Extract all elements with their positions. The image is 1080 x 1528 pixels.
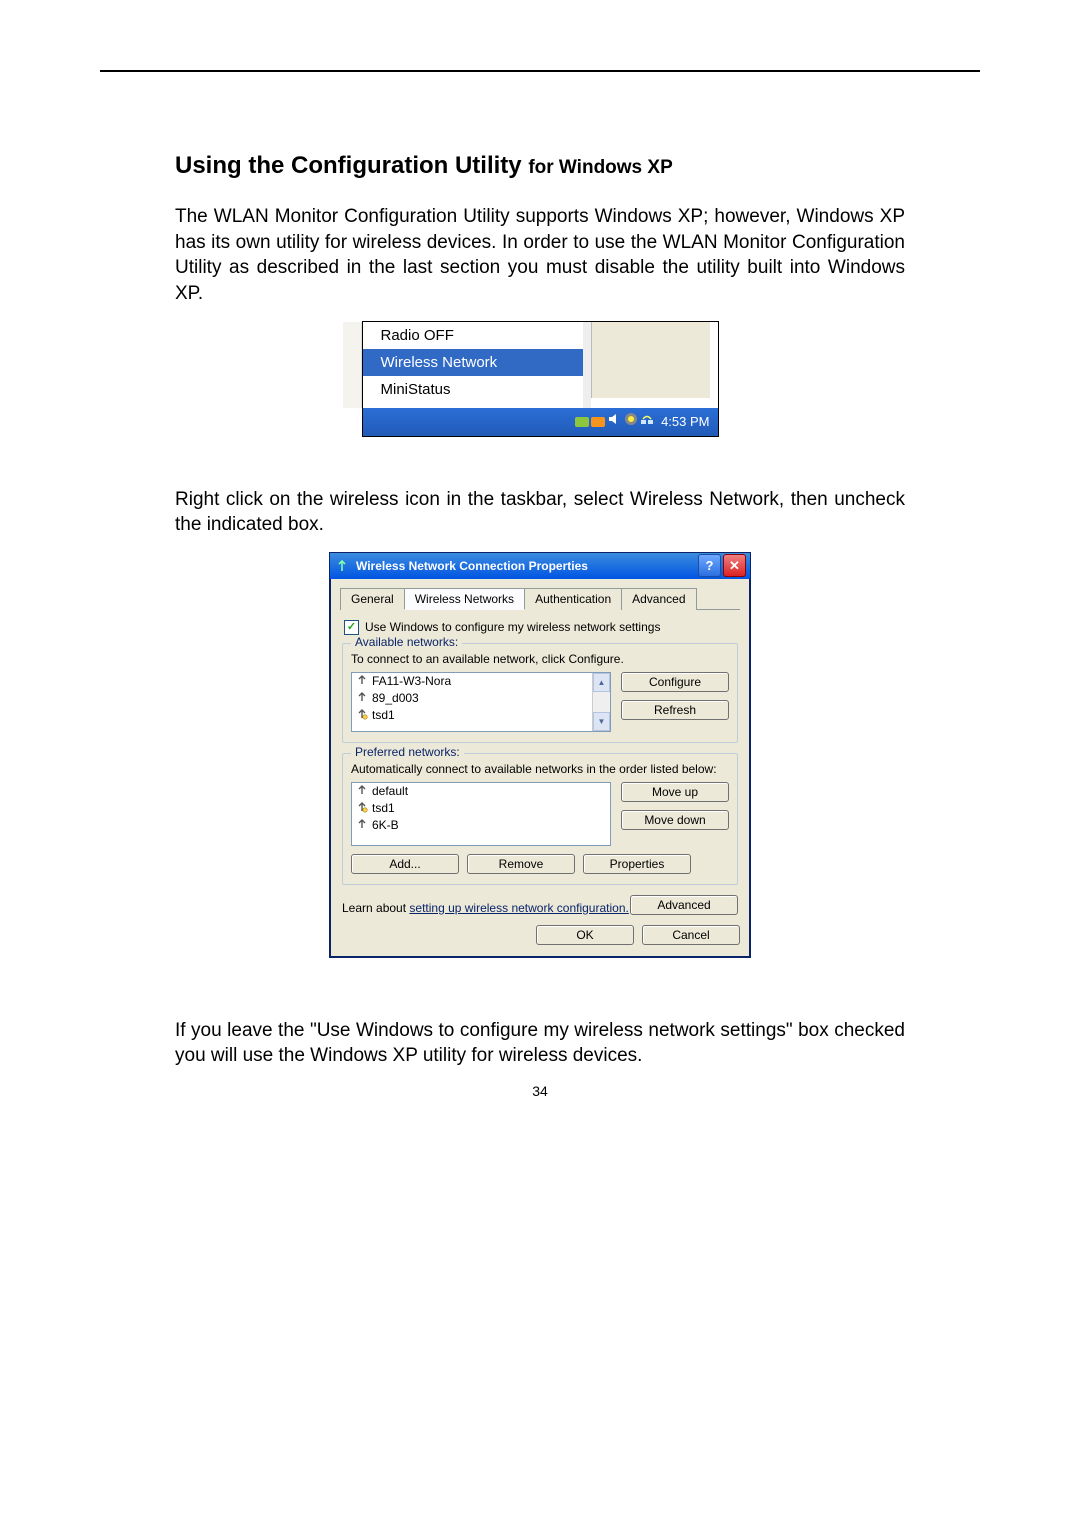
cancel-button[interactable]: Cancel [642, 925, 740, 945]
preferred-networks-list[interactable]: default tsd1 6K-B [351, 782, 611, 846]
tray-menu-figure: Radio OFF Wireless Network MiniStatus 4:… [362, 321, 719, 437]
available-networks-group: Available networks: To connect to an ava… [342, 643, 738, 743]
heading-main: Using the Configuration Utility [175, 152, 528, 179]
available-scrollbar[interactable]: ▲ ▼ [592, 673, 610, 731]
close-button[interactable]: ✕ [723, 554, 746, 577]
network-name: default [372, 784, 408, 798]
preferred-network-item[interactable]: tsd1 [352, 800, 610, 817]
scroll-up-icon[interactable]: ▲ [593, 673, 610, 692]
tray-item-ministatus[interactable]: MiniStatus [363, 376, 583, 403]
tray-item-wireless-network[interactable]: Wireless Network [363, 349, 583, 376]
preferred-networks-legend: Preferred networks: [351, 745, 464, 759]
wireless-antenna-icon [334, 558, 350, 574]
wifi-open-icon [356, 691, 368, 706]
configure-button[interactable]: Configure [621, 672, 729, 692]
ok-button[interactable]: OK [536, 925, 634, 945]
scroll-down-icon[interactable]: ▼ [593, 712, 610, 731]
wifi-open-icon [356, 784, 368, 799]
dialog-titlebar[interactable]: Wireless Network Connection Properties ?… [330, 553, 750, 579]
network-name: FA11-W3-Nora [372, 674, 451, 688]
volume-icon[interactable] [607, 411, 623, 432]
tray-divider [583, 322, 591, 408]
page-number: 34 [175, 1083, 905, 1099]
taskbar: 4:53 PM [363, 408, 718, 436]
learn-prefix: Learn about [342, 901, 409, 915]
tab-wireless-networks[interactable]: Wireless Networks [404, 588, 525, 610]
network-name: 89_d003 [372, 691, 419, 705]
refresh-button[interactable]: Refresh [621, 700, 729, 720]
tray-blank-area [591, 322, 710, 398]
preferred-network-item[interactable]: default [352, 783, 610, 800]
preferred-network-item[interactable]: 6K-B [352, 817, 610, 834]
msn-icon[interactable] [575, 417, 589, 427]
tray-item-radio-off[interactable]: Radio OFF [363, 322, 583, 349]
wifi-secure-icon [356, 708, 368, 723]
tab-general[interactable]: General [340, 588, 405, 610]
network-name: tsd1 [372, 801, 395, 815]
available-network-item[interactable]: tsd1 [352, 707, 610, 724]
wireless-properties-dialog: Wireless Network Connection Properties ?… [329, 552, 751, 958]
shield-icon[interactable] [591, 417, 605, 427]
learn-link[interactable]: setting up wireless network configuratio… [409, 901, 628, 915]
instruction-paragraph: Right click on the wireless icon in the … [175, 487, 905, 538]
wireless-tray-icon[interactable] [639, 411, 655, 432]
help-button[interactable]: ? [698, 554, 721, 577]
wifi-open-icon [356, 674, 368, 689]
tab-authentication[interactable]: Authentication [524, 588, 622, 610]
tab-advanced[interactable]: Advanced [621, 588, 696, 610]
move-down-button[interactable]: Move down [621, 810, 729, 830]
preferred-networks-group: Preferred networks: Automatically connec… [342, 753, 738, 885]
available-networks-list[interactable]: FA11-W3-Nora 89_d003 tsd1 ▲ [351, 672, 611, 732]
wifi-secure-icon [356, 801, 368, 816]
preferred-networks-desc: Automatically connect to available netwo… [351, 762, 729, 776]
available-networks-desc: To connect to an available network, clic… [351, 652, 729, 666]
learn-about-text: Learn about setting up wireless network … [342, 901, 630, 915]
tray-context-menu: Radio OFF Wireless Network MiniStatus [363, 322, 583, 403]
use-windows-checkbox-label: Use Windows to configure my wireless net… [365, 620, 660, 634]
tray-clock: 4:53 PM [661, 414, 709, 429]
move-up-button[interactable]: Move up [621, 782, 729, 802]
top-rule [100, 70, 980, 72]
page-heading: Using the Configuration Utility for Wind… [175, 152, 905, 180]
add-button[interactable]: Add... [351, 854, 459, 874]
network-name: 6K-B [372, 818, 399, 832]
advanced-button[interactable]: Advanced [630, 895, 738, 915]
available-network-item[interactable]: 89_d003 [352, 690, 610, 707]
dialog-tabs: General Wireless Networks Authentication… [340, 587, 740, 610]
available-networks-legend: Available networks: [351, 635, 462, 649]
tray-ghost-edge [343, 322, 362, 408]
use-windows-checkbox[interactable]: ✓ [344, 620, 359, 635]
intro-paragraph: The WLAN Monitor Configuration Utility s… [175, 204, 905, 307]
dialog-title: Wireless Network Connection Properties [356, 559, 588, 573]
properties-button[interactable]: Properties [583, 854, 691, 874]
remove-button[interactable]: Remove [467, 854, 575, 874]
closing-paragraph: If you leave the "Use Windows to configu… [175, 1018, 905, 1069]
wifi-open-icon [356, 818, 368, 833]
heading-sub: for Windows XP [528, 157, 672, 178]
available-network-item[interactable]: FA11-W3-Nora [352, 673, 610, 690]
antivirus-icon[interactable] [623, 411, 639, 432]
network-name: tsd1 [372, 708, 395, 722]
